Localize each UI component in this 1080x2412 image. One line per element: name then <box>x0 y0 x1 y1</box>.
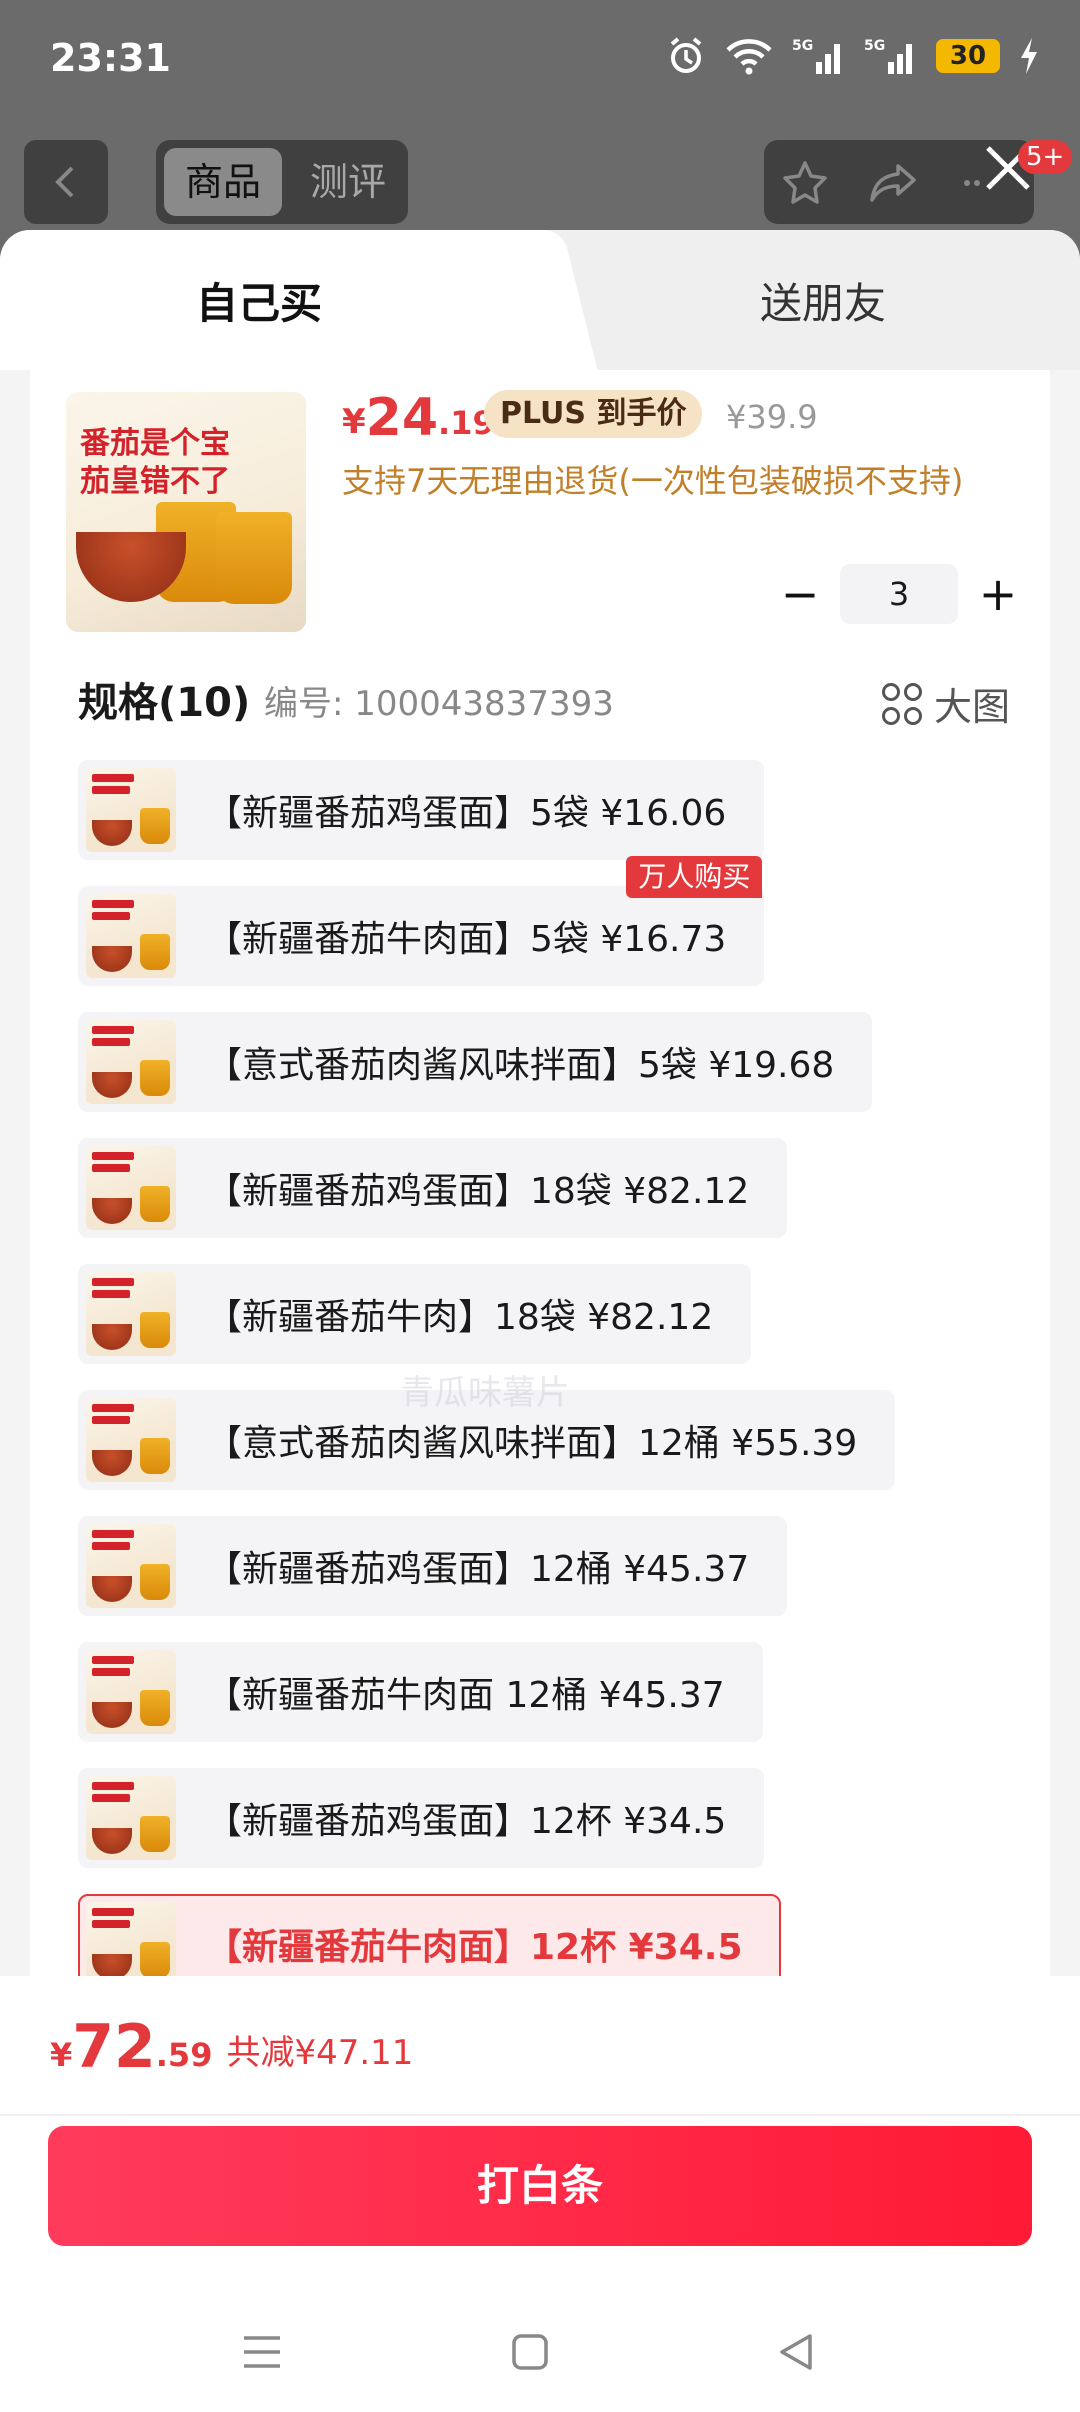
charging-icon <box>1021 38 1037 74</box>
nav-menu-button[interactable] <box>222 2312 302 2392</box>
spec-option[interactable]: 【意式番茄肉酱风味拌面】5袋 ¥19.68 <box>78 1012 873 1112</box>
pay-with-baitiao-button[interactable]: 打白条 <box>48 2126 1032 2246</box>
spec-thumbnail <box>86 1146 176 1230</box>
price: ¥ 24 .19 <box>342 388 495 448</box>
plus-price-tag: PLUS 到手价 <box>484 390 703 438</box>
signal-5g-icon: 5G <box>792 38 840 74</box>
svg-text:5G: 5G <box>864 38 885 54</box>
tab-gift-friend[interactable]: 送朋友 <box>760 270 886 331</box>
spec-option[interactable]: 【新疆番茄牛肉面】5袋 ¥16.73 万人购买 <box>78 856 765 986</box>
back-button[interactable] <box>24 140 108 224</box>
spec-option[interactable]: 【新疆番茄鸡蛋面】12杯 ¥34.5 <box>78 1768 765 1868</box>
spec-option-row: 【新疆番茄鸡蛋面】5袋 ¥16.06 <box>78 760 1038 886</box>
big-picture-toggle[interactable]: 大图 <box>881 676 1010 731</box>
segment-product[interactable]: 商品 <box>164 148 282 216</box>
status-icons: 5G 5G 30 <box>666 36 1040 76</box>
segment-review[interactable]: 测评 <box>296 148 400 216</box>
spec-option[interactable]: 【新疆番茄牛肉面 12桶 ¥45.37 <box>78 1642 763 1742</box>
share-icon[interactable] <box>868 158 920 208</box>
spec-thumbnail <box>86 1020 176 1104</box>
star-icon[interactable] <box>780 158 830 208</box>
total-price: ¥ 72 .59 共减¥47.11 <box>50 2012 413 2082</box>
spec-thumbnail <box>86 1524 176 1608</box>
checkout-footer: ¥ 72 .59 共减¥47.11 打白条 <box>0 1976 1080 2412</box>
spec-option[interactable]: 【新疆番茄鸡蛋面】18袋 ¥82.12 <box>78 1138 788 1238</box>
spec-option[interactable]: 【新疆番茄牛肉】18袋 ¥82.12 <box>78 1264 752 1364</box>
home-square-icon <box>512 2334 548 2370</box>
spec-header: 规格(10) 编号: 100043837393 大图 <box>78 670 1038 730</box>
back-triangle-icon <box>780 2334 812 2370</box>
quantity-plus-button[interactable]: + <box>968 564 1028 624</box>
svg-text:5G: 5G <box>792 38 813 54</box>
spec-option-label: 【新疆番茄牛肉面 12桶 ¥45.37 <box>206 1675 725 1716</box>
spec-thumbnail <box>86 1398 176 1482</box>
quantity-stepper: − 3 + <box>770 562 1028 626</box>
spec-option-label: 【意式番茄肉酱风味拌面】12桶 ¥55.39 <box>206 1423 858 1464</box>
spec-option[interactable]: 【新疆番茄鸡蛋面】5袋 ¥16.06 <box>78 760 765 860</box>
spec-option-row: 【新疆番茄牛肉面】5袋 ¥16.73 万人购买 <box>78 856 1038 1012</box>
spec-option-label: 【新疆番茄牛肉】18袋 ¥82.12 <box>206 1297 714 1338</box>
spec-option-label: 【新疆番茄鸡蛋面】12桶 ¥45.37 <box>206 1549 750 1590</box>
spec-option-label: 【新疆番茄鸡蛋面】5袋 ¥16.06 <box>206 793 727 834</box>
footer-divider <box>0 2114 1080 2116</box>
spec-thumbnail <box>86 1902 176 1986</box>
price-symbol: ¥ <box>342 402 366 442</box>
product-image: 番茄是个宝 茄皇错不了 <box>66 392 306 632</box>
spec-thumbnail <box>86 1650 176 1734</box>
watermark: 青瓜味薯片 <box>400 1373 570 1413</box>
quantity-minus-button[interactable]: − <box>770 564 830 624</box>
system-nav-bar <box>0 2292 1080 2412</box>
big-picture-label: 大图 <box>933 685 1010 729</box>
spec-thumbnail <box>86 1272 176 1356</box>
nav-back-button[interactable] <box>756 2312 836 2392</box>
spec-option-row: 【新疆番茄鸡蛋面】12杯 ¥34.5 <box>78 1768 1038 1894</box>
status-bar: 23:31 5G 5G 30 <box>0 0 1080 120</box>
spec-option-row: 【新疆番茄牛肉面 12桶 ¥45.37 <box>78 1642 1038 1768</box>
nav-home-button[interactable] <box>490 2312 570 2392</box>
app-header: 商品 测评 <box>0 130 1080 230</box>
spec-title: 规格(10) <box>78 680 251 726</box>
spec-option-row: 【新疆番茄鸡蛋面】12桶 ¥45.37 <box>78 1516 1038 1642</box>
return-policy: 支持7天无理由退货(一次性包装破损不支持) <box>342 462 964 500</box>
menu-icon <box>244 2336 280 2368</box>
chevron-left-icon <box>55 166 74 198</box>
total-decimal: .59 <box>155 2036 213 2074</box>
notification-badge: 5+ <box>1018 140 1073 174</box>
signal-5g-icon-2: 5G <box>864 38 912 74</box>
original-price: ¥39.9 <box>726 398 818 436</box>
spec-thumbnail <box>86 1776 176 1860</box>
product-image-text-2: 茄皇错不了 <box>80 464 230 499</box>
tab-self-buy[interactable]: 自己买 <box>196 270 322 331</box>
spec-option-label: 【新疆番茄鸡蛋面】18袋 ¥82.12 <box>206 1171 750 1212</box>
total-discount: 共减¥47.11 <box>226 2033 414 2073</box>
spec-thumbnail <box>86 894 176 978</box>
spec-option-row: 【新疆番茄鸡蛋面】18袋 ¥82.12 <box>78 1138 1038 1264</box>
alarm-icon <box>670 37 702 73</box>
status-time: 23:31 <box>50 36 171 80</box>
quantity-input[interactable]: 3 <box>840 564 958 624</box>
product-code: 编号: 100043837393 <box>264 684 614 724</box>
popular-tag: 万人购买 <box>626 856 763 898</box>
battery-indicator: 30 <box>936 39 1000 73</box>
spec-option[interactable]: 【新疆番茄鸡蛋面】12桶 ¥45.37 <box>78 1516 788 1616</box>
spec-option-label: 【意式番茄肉酱风味拌面】5袋 ¥19.68 <box>206 1045 835 1086</box>
spec-option-label: 【新疆番茄牛肉面】5袋 ¥16.73 <box>206 919 727 960</box>
spec-thumbnail <box>86 768 176 852</box>
wifi-icon <box>726 39 772 75</box>
spec-option-row: 【意式番茄肉酱风味拌面】5袋 ¥19.68 <box>78 1012 1038 1138</box>
header-segment-control: 商品 测评 <box>156 140 408 224</box>
total-integer: 72 <box>72 2012 156 2082</box>
price-integer: 24 <box>365 388 439 448</box>
spec-option-label: 【新疆番茄牛肉面】12杯 ¥34.5 <box>206 1927 743 1968</box>
product-card: 番茄是个宝 茄皇错不了 ¥ 24 .19 PLUS 到手价 ¥39.9 支持7天… <box>30 370 1050 2210</box>
spec-option-label: 【新疆番茄鸡蛋面】12杯 ¥34.5 <box>206 1801 727 1842</box>
grid-icon <box>881 682 922 725</box>
total-symbol: ¥ <box>50 2036 73 2074</box>
